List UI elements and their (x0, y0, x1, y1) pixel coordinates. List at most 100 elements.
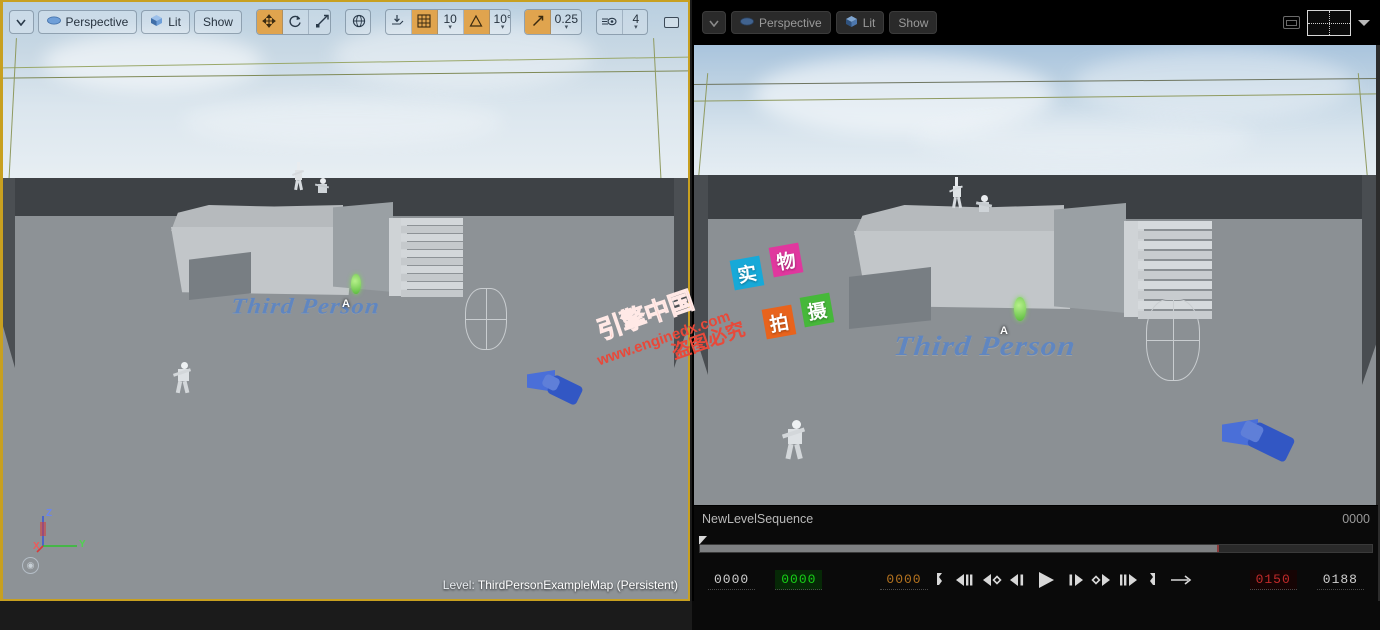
right-viewport-toolbar[interactable]: Perspective Lit Show (692, 0, 1380, 45)
player-start-marker: A (342, 298, 350, 310)
lit-cube-icon (845, 15, 858, 31)
scale-snap-value[interactable]: 0.25 ▾ (551, 10, 581, 34)
frame-field-playhead[interactable]: 0000 (880, 570, 928, 590)
level-status-bar: Level: ThirdPersonExampleMap (Persistent… (443, 578, 678, 592)
player-start-marker: A (1000, 325, 1008, 337)
scrubber-range-marker[interactable] (1217, 545, 1220, 552)
right-viewport[interactable]: Third Person A 实 物 拍 摄 Perspective Lit S… (692, 0, 1380, 601)
stamp-tile: 摄 (799, 292, 835, 328)
chevron-down-icon[interactable] (1358, 19, 1370, 26)
right-viewport-scene[interactable]: Third Person A 实 物 拍 摄 (694, 45, 1378, 505)
viewport-help-icon[interactable]: ◉ (22, 557, 39, 574)
crate-block (849, 267, 931, 329)
world-coordinate-button[interactable] (346, 10, 370, 34)
frame-field-range-end-gray[interactable]: 0188 (1316, 570, 1364, 590)
cage-actor[interactable] (465, 288, 507, 350)
show-label: Show (898, 15, 929, 30)
step-back-one-frame-icon[interactable] (1009, 573, 1026, 587)
step-back-frames-icon[interactable] (955, 573, 975, 587)
window-bottom-strip-left (0, 601, 692, 630)
left-viewport-toolbar[interactable]: Perspective Lit Show 10 ▾ 10° ▾ 0.25 ▾ 4… (3, 2, 688, 42)
surface-snap-icon (391, 14, 406, 31)
ramp-block (333, 202, 393, 292)
camera-icon (46, 15, 61, 29)
perspective-label: Perspective (65, 15, 129, 29)
cloud (183, 97, 503, 145)
surface-snap-button[interactable] (386, 10, 412, 34)
stamp-tile: 实 (729, 255, 765, 291)
stamp-tile: 拍 (761, 304, 797, 340)
jump-to-end-icon[interactable] (1145, 572, 1157, 588)
camera-icon (740, 16, 754, 30)
scale-icon (315, 14, 329, 31)
step-forward-frames-icon[interactable] (1118, 573, 1138, 587)
left-viewport-scene[interactable]: Third Person A (3, 2, 688, 599)
snapping-group[interactable]: 10 ▾ 10° ▾ (384, 9, 511, 35)
angle-snap-toggle[interactable] (463, 10, 490, 34)
perspective-button[interactable]: Perspective (731, 11, 831, 34)
maximize-viewport-icon[interactable] (1283, 16, 1300, 29)
frame-field-green[interactable]: 0000 (775, 570, 823, 590)
sequencer-transport[interactable]: 0000 0000 0000 0150 0188 (694, 560, 1378, 600)
maximize-viewport-icon (664, 16, 680, 28)
show-menu-button[interactable]: Show (889, 11, 938, 34)
lit-cube-icon (150, 14, 163, 30)
lit-label: Lit (862, 15, 876, 30)
previous-key-icon[interactable] (982, 573, 1002, 587)
show-label: Show (202, 15, 233, 29)
view-mode-lit-button[interactable]: Lit (141, 10, 190, 34)
axis-label-z: Z (46, 508, 53, 519)
perspective-button[interactable]: Perspective (37, 10, 138, 34)
show-menu-button[interactable]: Show (193, 10, 242, 34)
chevron-down-icon (709, 16, 719, 30)
camera-speed-value[interactable]: 4 ▾ (623, 10, 647, 34)
maximize-viewport-button[interactable] (661, 12, 682, 32)
axis-label-y: Y (79, 539, 86, 550)
translate-tool-button[interactable] (256, 10, 283, 34)
frame-field-current[interactable]: 0000 (708, 570, 756, 590)
rotate-icon (288, 14, 302, 31)
camera-speed-button[interactable] (597, 10, 623, 34)
scale-tool-button[interactable] (309, 10, 330, 34)
axis-gizmo: Z Y X (33, 508, 89, 554)
transform-mode-group[interactable] (255, 9, 331, 35)
next-key-icon[interactable] (1090, 573, 1111, 587)
app-root: Third Person A Perspective Lit Show 10 ▾… (0, 0, 1380, 630)
grid-snap-toggle[interactable] (411, 10, 438, 34)
sequencer-panel[interactable]: NewLevelSequence 0000 0000 0000 0000 015… (694, 505, 1378, 601)
sequencer-scrubber[interactable] (699, 544, 1373, 553)
scale-snap-toggle[interactable] (525, 10, 552, 34)
cloud (1074, 49, 1354, 119)
viewport-options-dropdown[interactable] (702, 11, 726, 34)
player-start-capsule (1014, 297, 1026, 321)
stamp-tile: 物 (768, 242, 804, 278)
scale-snap-icon (531, 14, 545, 31)
coordinate-system-group[interactable] (344, 9, 371, 35)
angle-snap-value[interactable]: 10° ▾ (490, 10, 510, 34)
grid-snap-value[interactable]: 10 ▾ (438, 10, 464, 34)
camera-framing-icon[interactable] (1307, 9, 1351, 36)
rotate-tool-button[interactable] (283, 10, 309, 34)
left-viewport[interactable]: Third Person A Perspective Lit Show 10 ▾… (0, 0, 690, 601)
camera-speed-group[interactable]: 4 ▾ (595, 9, 648, 35)
scale-snap-group[interactable]: 0.25 ▾ (524, 9, 583, 35)
play-forward-icon[interactable] (1037, 571, 1056, 589)
transport-buttons[interactable] (936, 571, 1192, 589)
sequence-head-frame: 0000 (1342, 512, 1370, 526)
viewport-options-dropdown[interactable] (9, 10, 34, 34)
axis-label-x: X (33, 541, 40, 552)
jump-to-start-icon[interactable] (936, 572, 948, 588)
cage-actor[interactable] (1146, 299, 1200, 381)
right-toolbar-actions[interactable] (1283, 9, 1370, 36)
frame-field-range-end-red[interactable]: 0150 (1249, 570, 1297, 590)
view-mode-lit-button[interactable]: Lit (835, 11, 885, 34)
loop-mode-icon[interactable] (1170, 574, 1192, 586)
grid-snap-icon (417, 13, 431, 31)
cloud (914, 115, 1254, 161)
translate-move-icon (262, 13, 276, 31)
chevron-down-icon (16, 15, 26, 29)
step-forward-one-frame-icon[interactable] (1067, 573, 1084, 587)
player-start-capsule (351, 274, 361, 294)
perspective-label: Perspective (759, 15, 822, 30)
level-prefix-label: Level: (442, 578, 475, 592)
